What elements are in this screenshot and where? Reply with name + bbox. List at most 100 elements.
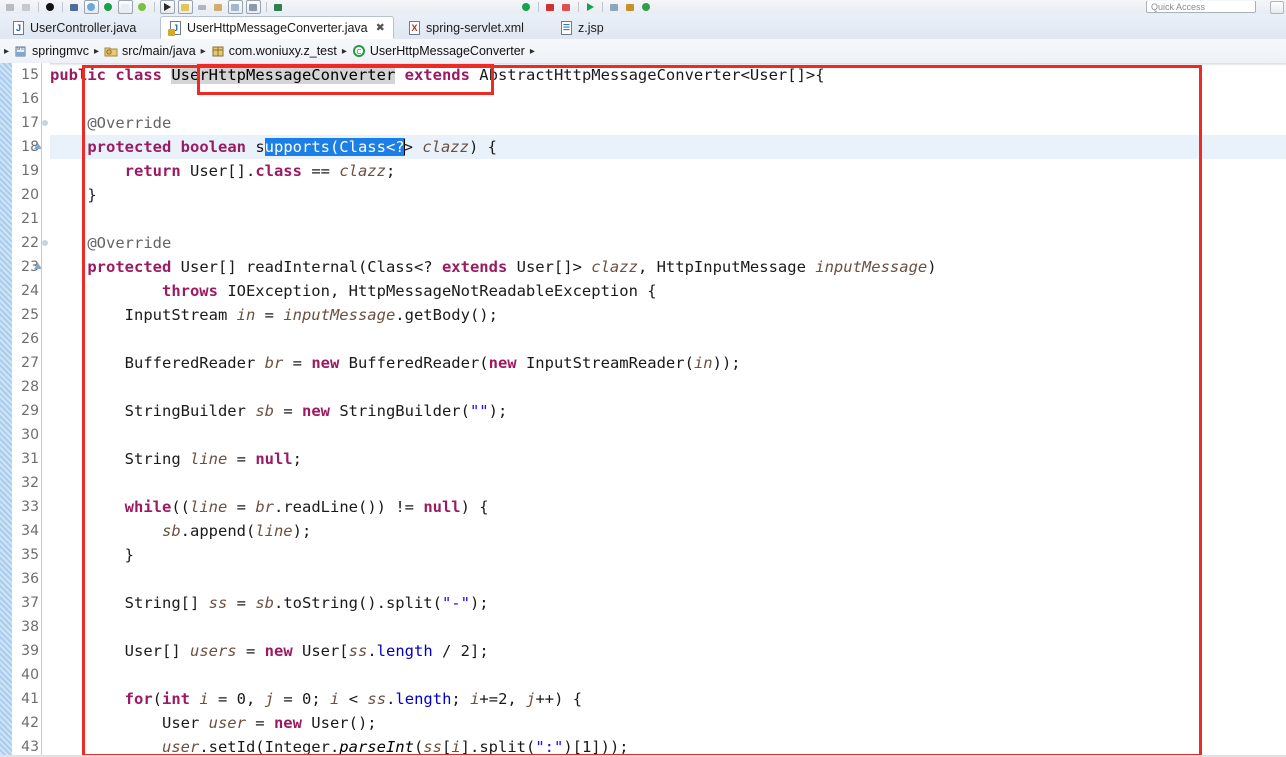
fold-marker-slot[interactable] [42, 207, 50, 231]
code-line[interactable]: InputStream in = inputMessage.getBody(); [50, 303, 1286, 327]
code-line[interactable]: @Override [50, 111, 1286, 135]
terminate-icon[interactable] [272, 1, 285, 13]
code-line[interactable]: User[] users = new User[ss.length / 2]; [50, 639, 1286, 663]
fold-marker-slot[interactable] [42, 447, 50, 471]
fold-marker-slot[interactable] [42, 327, 50, 351]
close-icon[interactable]: ✖ [376, 21, 385, 34]
save-all-icon[interactable] [20, 1, 33, 13]
new-java-class-icon[interactable] [118, 0, 133, 14]
profile-icon[interactable] [246, 0, 261, 14]
next-annotation-icon[interactable] [160, 0, 175, 14]
code-line[interactable] [50, 327, 1286, 351]
fold-marker-slot[interactable] [42, 519, 50, 543]
fold-marker-slot[interactable] [42, 663, 50, 687]
fold-marker-slot[interactable] [42, 591, 50, 615]
terminate-red-icon[interactable] [560, 1, 573, 13]
code-line[interactable]: protected User[] readInternal(Class<? ex… [50, 255, 1286, 279]
code-line[interactable]: String[] ss = sb.toString().split("-"); [50, 591, 1286, 615]
code-line[interactable]: } [50, 543, 1286, 567]
fold-marker-slot[interactable] [42, 87, 50, 111]
code-token: @Override [50, 114, 172, 132]
fold-marker-slot[interactable] [42, 231, 50, 255]
code-line[interactable]: sb.append(line); [50, 519, 1286, 543]
fold-marker-slot[interactable] [42, 543, 50, 567]
code-line[interactable]: User user = new User(); [50, 711, 1286, 735]
fold-marker-slot[interactable] [42, 303, 50, 327]
code-line[interactable] [50, 615, 1286, 639]
debug-icon[interactable] [44, 1, 57, 13]
fold-marker-slot[interactable] [42, 159, 50, 183]
breadcrumb-item-class[interactable]: C UserHttpMessageConverter [352, 44, 525, 58]
fold-marker-slot[interactable] [42, 279, 50, 303]
fold-marker-slot[interactable] [42, 351, 50, 375]
coverage-icon[interactable] [228, 0, 243, 14]
external-tools-icon[interactable] [68, 1, 81, 13]
code-line[interactable]: @Override [50, 231, 1286, 255]
code-line[interactable]: String line = null; [50, 447, 1286, 471]
code-line[interactable]: while((line = br.readLine()) != null) { [50, 495, 1286, 519]
open-type-icon[interactable] [136, 1, 149, 13]
code-line[interactable]: throws IOException, HttpMessageNotReadab… [50, 279, 1286, 303]
quick-access-input[interactable]: Quick Access [1146, 1, 1256, 13]
editor-tab-zjsp[interactable]: ☰ z.jsp [552, 16, 612, 39]
fold-marker-slot[interactable] [42, 567, 50, 591]
breadcrumb-item-springmvc[interactable]: MS springmvc [14, 44, 89, 58]
code-line[interactable] [50, 207, 1286, 231]
code-line[interactable]: return User[].class == clazz; [50, 159, 1286, 183]
code-line[interactable]: BufferedReader br = new BufferedReader(n… [50, 351, 1286, 375]
link-icon[interactable] [608, 1, 621, 13]
fold-marker-slot[interactable] [42, 615, 50, 639]
code-line[interactable] [50, 567, 1286, 591]
editor-tab-userhttpmessageconverter[interactable]: J UserHttpMessageConverter.java ✖ [160, 16, 394, 39]
code-line[interactable] [50, 375, 1286, 399]
fold-marker-slot[interactable] [42, 375, 50, 399]
code-line[interactable]: user.setId(Integer.parseInt(ss[i].split(… [50, 735, 1286, 757]
breadcrumb-item-package[interactable]: com.woniuxy.z_test [211, 44, 337, 58]
fold-marker-slot[interactable] [34, 135, 50, 159]
fold-marker-slot[interactable] [42, 111, 50, 135]
fold-marker-slot[interactable] [42, 639, 50, 663]
back-icon[interactable] [212, 1, 225, 13]
code-line[interactable] [50, 87, 1286, 111]
refresh-icon[interactable] [640, 1, 653, 13]
fold-marker-slot[interactable] [42, 711, 50, 735]
code-line[interactable] [50, 471, 1286, 495]
search-icon[interactable] [84, 0, 99, 14]
fold-dot-icon[interactable] [42, 120, 48, 126]
fold-marker-slot[interactable] [42, 471, 50, 495]
fold-dot-icon[interactable] [42, 240, 48, 246]
fold-marker-slot[interactable] [42, 735, 50, 757]
run-icon[interactable] [102, 1, 115, 13]
fold-marker-slot[interactable] [42, 399, 50, 423]
editor-tab-usercontroller[interactable]: J UserController.java [4, 16, 144, 39]
pin-editor-icon[interactable] [624, 1, 637, 13]
fold-marker-slot[interactable] [42, 63, 50, 87]
code-line[interactable]: protected boolean supports(Class<?> claz… [50, 135, 1286, 159]
fold-marker-slot[interactable] [42, 183, 50, 207]
editor-tab-spring-servlet[interactable]: X spring-servlet.xml [400, 16, 532, 39]
run-green-icon[interactable] [520, 1, 533, 13]
fold-marker-slot[interactable] [42, 423, 50, 447]
code-line[interactable] [50, 423, 1286, 447]
fold-marker-slot[interactable] [42, 495, 50, 519]
code-line[interactable]: public class UserHttpMessageConverter ex… [50, 63, 1286, 87]
folding-gutter[interactable] [34, 63, 50, 757]
code-editor[interactable]: 15 16 17 18 19 20 21 22 23 24 25 26 27 28 29 30 31 32 33 34… [0, 63, 1286, 757]
fold-marker-slot[interactable] [42, 687, 50, 711]
code-token: = [236, 642, 265, 660]
run-play-icon[interactable] [584, 1, 597, 13]
code-line[interactable]: StringBuilder sb = new StringBuilder("")… [50, 399, 1286, 423]
breadcrumb-item-src-main-java[interactable]: src/main/java [104, 44, 196, 58]
code-line[interactable] [50, 663, 1286, 687]
save-icon[interactable] [4, 1, 17, 13]
code-text-area[interactable]: public class UserHttpMessageConverter ex… [50, 63, 1286, 757]
perspective-button[interactable] [1270, 1, 1284, 14]
chevron-down-icon[interactable] [196, 1, 209, 13]
stop-red-icon[interactable] [544, 1, 557, 13]
code-token: (( [171, 498, 190, 516]
svg-text:M: M [17, 46, 20, 51]
open-task-icon[interactable] [178, 0, 193, 14]
fold-marker-slot[interactable] [34, 255, 50, 279]
code-line[interactable]: for(int i = 0, j = 0; i < ss.length; i+=… [50, 687, 1286, 711]
code-line[interactable]: } [50, 183, 1286, 207]
